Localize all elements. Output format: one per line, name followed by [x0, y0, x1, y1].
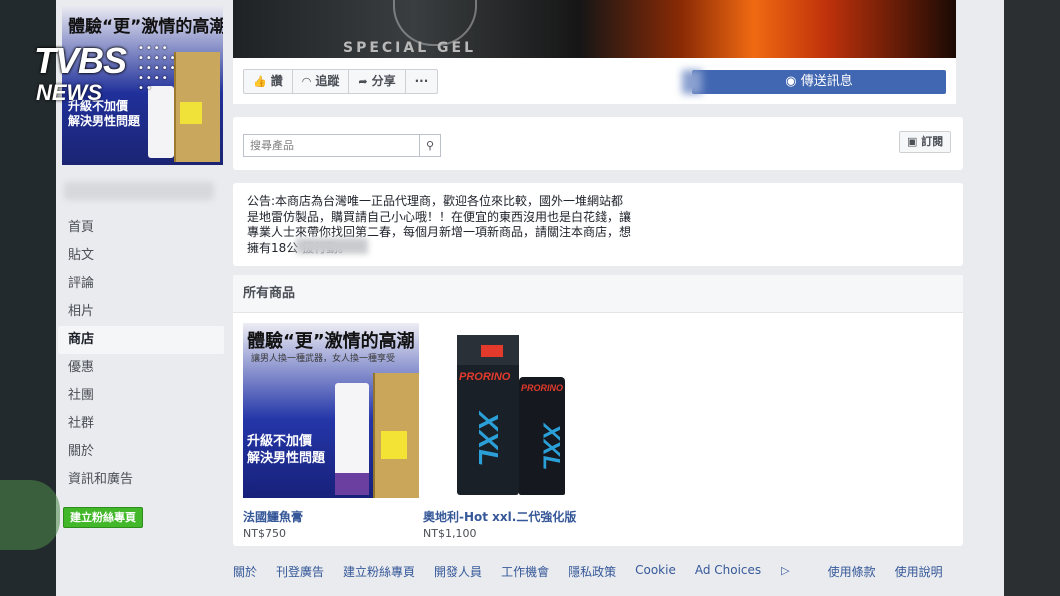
messenger-icon: ◉	[785, 74, 797, 89]
share-button[interactable]: ➦ 分享	[349, 70, 406, 93]
tvbs-news-watermark: TVBS NEWS •••• ••••• ••••• •••• ••	[34, 40, 184, 110]
product-card[interactable]: 體驗“更”激情的高潮 讓男人換一種武器，女人換一種享受 升級不加價 解決男性問題…	[243, 323, 419, 540]
subscribe-button[interactable]: ▣ 訂閱	[899, 131, 952, 153]
video-frame-blur-edge	[0, 480, 60, 550]
page-sidebar-nav: 首頁 貼文 評論 相片 商店 優惠 社團 社群 關於 資訊和廣告	[58, 214, 224, 494]
blurred-area	[682, 70, 702, 94]
footer-link-create-page[interactable]: 建立粉絲專頁	[343, 563, 415, 580]
sidebar-item-photos[interactable]: 相片	[58, 298, 224, 326]
action-button-group: 👍 讚 ◠ 追蹤 ➦ 分享 ···	[243, 69, 439, 94]
sidebar-item-reviews[interactable]: 評論	[58, 270, 224, 298]
box-tag-graphic	[481, 345, 503, 357]
blurred-page-name	[64, 182, 214, 200]
announcement-line-1: 公告:本商店為台灣唯一正品代理商，歡迎各位來比較，國外一堆網站都	[247, 194, 624, 208]
product-image[interactable]: PRORINO XXL PRORINO XXL	[423, 323, 599, 498]
watermark-line-1: TVBS	[34, 40, 127, 81]
product-search-box: ⚲	[243, 134, 441, 157]
sidebar-item-shop[interactable]: 商店	[58, 326, 224, 354]
sidebar-item-about[interactable]: 關於	[58, 438, 224, 466]
tube-cap-graphic	[335, 473, 369, 495]
ad-choices-icon: ▷	[781, 564, 790, 577]
product-image-headline: 體驗“更”激情的高潮	[247, 331, 415, 352]
footer-link-developers[interactable]: 開發人員	[434, 563, 482, 580]
product-card[interactable]: PRORINO XXL PRORINO XXL 奧地利-Hot xxl.二代強化…	[423, 323, 599, 540]
blurred-text-area	[296, 238, 368, 254]
product-slogan-line-1: 升級不加價	[247, 434, 313, 449]
all-products-section: 所有商品 體驗“更”激情的高潮 讓男人換一種武器，女人換一種享受 升級不加價 解…	[233, 275, 963, 546]
sidebar-item-community[interactable]: 社群	[58, 410, 224, 438]
products-section-title: 所有商品	[233, 275, 963, 313]
product-image-subline: 讓男人換一種武器，女人換一種享受	[251, 354, 396, 364]
sidebar-item-offers[interactable]: 優惠	[58, 354, 224, 382]
announcement-line-2: 是地雷仿製品，購買請自己小心哦！！在便宜的東西沒用也是白花錢，讓	[247, 209, 632, 224]
product-image[interactable]: 體驗“更”激情的高潮 讓男人換一種武器，女人換一種享受 升級不加價 解決男性問題	[243, 323, 419, 498]
product-image-slogan: 升級不加價 解決男性問題	[247, 433, 325, 467]
sidebar-item-info-and-ads[interactable]: 資訊和廣告	[58, 466, 224, 494]
profile-picture-headline: 體驗“更”激情的高潮	[68, 17, 223, 37]
thumbs-up-icon: 👍	[253, 75, 267, 88]
sidebar-item-home[interactable]: 首頁	[58, 214, 224, 242]
footer-link-privacy[interactable]: 隱私政策	[568, 563, 616, 580]
create-page-button[interactable]: 建立粉絲專頁	[63, 507, 143, 528]
product-name-link[interactable]: 法國鱷魚膏	[243, 508, 419, 525]
sidebar-item-posts[interactable]: 貼文	[58, 242, 224, 270]
send-message-button[interactable]: ◉ 傳送訊息	[682, 70, 946, 94]
product-price: NT$1,100	[423, 527, 477, 540]
page-footer-links: 關於 刊登廣告 建立粉絲專頁 開發人員 工作機會 隱私政策 Cookie Ad …	[233, 563, 962, 580]
product-mark-text: XXL	[473, 411, 505, 467]
share-arrow-icon: ➦	[358, 75, 368, 88]
footer-link-about[interactable]: 關於	[233, 563, 257, 580]
footer-link-advertise[interactable]: 刊登廣告	[276, 563, 324, 580]
footer-link-help[interactable]: 使用說明	[895, 563, 943, 580]
footer-link-terms[interactable]: 使用條款	[828, 563, 876, 580]
watermark-line-2: NEWS	[36, 80, 102, 105]
like-button[interactable]: 👍 讚	[244, 70, 293, 93]
footer-link-cookie[interactable]: Cookie	[635, 563, 676, 580]
more-options-button[interactable]: ···	[406, 70, 438, 93]
product-price: NT$750	[243, 527, 286, 540]
watermark-dots-icon: •••• ••••• ••••• •••• ••	[138, 43, 178, 94]
video-frame-right-edge	[1004, 0, 1060, 596]
search-icon[interactable]: ⚲	[419, 135, 440, 156]
cover-text: SPECIAL GEL	[343, 40, 476, 56]
rss-icon: ▣	[907, 135, 918, 148]
product-brand-text: PRORINO	[459, 371, 511, 383]
product-slogan-line-2: 解決男性問題	[247, 451, 326, 466]
page-action-bar: 👍 讚 ◠ 追蹤 ➦ 分享 ··· ◉ 傳送訊息	[233, 58, 956, 104]
sidebar-item-groups[interactable]: 社團	[58, 382, 224, 410]
shop-search-card: ⚲ ▣ 訂閱	[233, 117, 963, 170]
profile-slogan-line-2: 解決男性問題	[68, 114, 141, 128]
like-label: 讚	[270, 74, 283, 88]
tube-brand-text: PRORINO	[521, 383, 564, 393]
follow-label: 追蹤	[315, 74, 340, 88]
share-label: 分享	[371, 74, 396, 88]
ad-choices-label: Ad Choices	[694, 563, 762, 577]
tube-mark-text: XXL	[537, 423, 565, 471]
footer-link-careers[interactable]: 工作機會	[501, 563, 549, 580]
footer-link-ad-choices[interactable]: Ad Choices ▷	[695, 563, 809, 580]
rss-icon: ◠	[301, 75, 312, 88]
cover-photo[interactable]: SPECIAL GEL	[233, 0, 956, 58]
subscribe-label: 訂閱	[921, 135, 944, 148]
send-message-label: 傳送訊息	[800, 74, 853, 89]
box-label-graphic	[381, 431, 407, 459]
product-name-link[interactable]: 奧地利-Hot xxl.二代強化版	[423, 508, 599, 525]
follow-button[interactable]: ◠ 追蹤	[293, 70, 350, 93]
product-search-input[interactable]	[244, 135, 419, 156]
